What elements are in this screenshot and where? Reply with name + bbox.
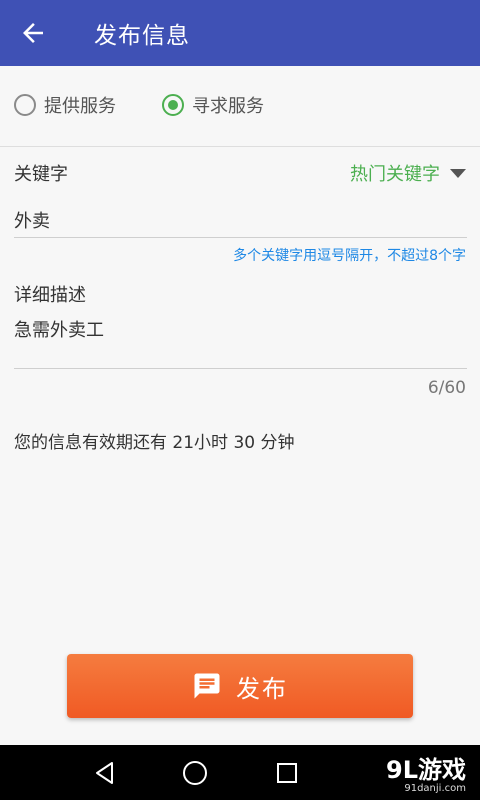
dropdown-arrow-icon (450, 168, 466, 178)
app-bar: 发布信息 (0, 0, 480, 66)
nav-recent-icon (277, 763, 297, 783)
validity-text: 您的信息有效期还有 21小时 30 分钟 (14, 433, 295, 453)
radio-unchecked-icon (14, 94, 36, 116)
nav-back-icon (96, 762, 113, 784)
service-type-group: 提供服务 寻求服务 (14, 92, 310, 118)
char-counter: 6/60 (427, 378, 466, 398)
message-icon (194, 673, 220, 699)
watermark-logo: 9L游戏 91danji.com (386, 750, 466, 794)
description-label: 详细描述 (14, 285, 86, 306)
publish-label: 发布 (236, 674, 288, 703)
nav-home-button[interactable] (180, 758, 210, 788)
radio-provide-label: 提供服务 (44, 96, 116, 117)
keywords-hint: 多个关键字用逗号隔开，不超过8个字 (233, 248, 466, 264)
watermark-main: 9L游戏 (386, 756, 466, 784)
nav-recent-button[interactable] (272, 758, 302, 788)
description-input[interactable]: 急需外卖工 (14, 316, 467, 369)
system-navigation-bar: 9L游戏 91danji.com (0, 745, 480, 800)
divider (0, 146, 480, 147)
keywords-input[interactable] (14, 202, 467, 238)
radio-checked-icon (162, 94, 184, 116)
nav-back-button[interactable] (90, 758, 120, 788)
radio-provide-service[interactable]: 提供服务 (14, 92, 116, 118)
publish-button[interactable]: 发布 (67, 654, 413, 718)
page-title: 发布信息 (94, 23, 190, 49)
radio-seek-service[interactable]: 寻求服务 (162, 92, 264, 118)
back-button[interactable] (0, 0, 66, 66)
radio-dot (168, 100, 178, 110)
radio-seek-label: 寻求服务 (192, 96, 264, 117)
nav-home-icon (183, 761, 207, 785)
arrow-left-icon (23, 23, 43, 43)
keywords-label: 关键字 (14, 164, 68, 185)
hot-keywords-dropdown[interactable]: 热门关键字 (350, 160, 466, 186)
hot-keywords-label: 热门关键字 (350, 164, 440, 185)
